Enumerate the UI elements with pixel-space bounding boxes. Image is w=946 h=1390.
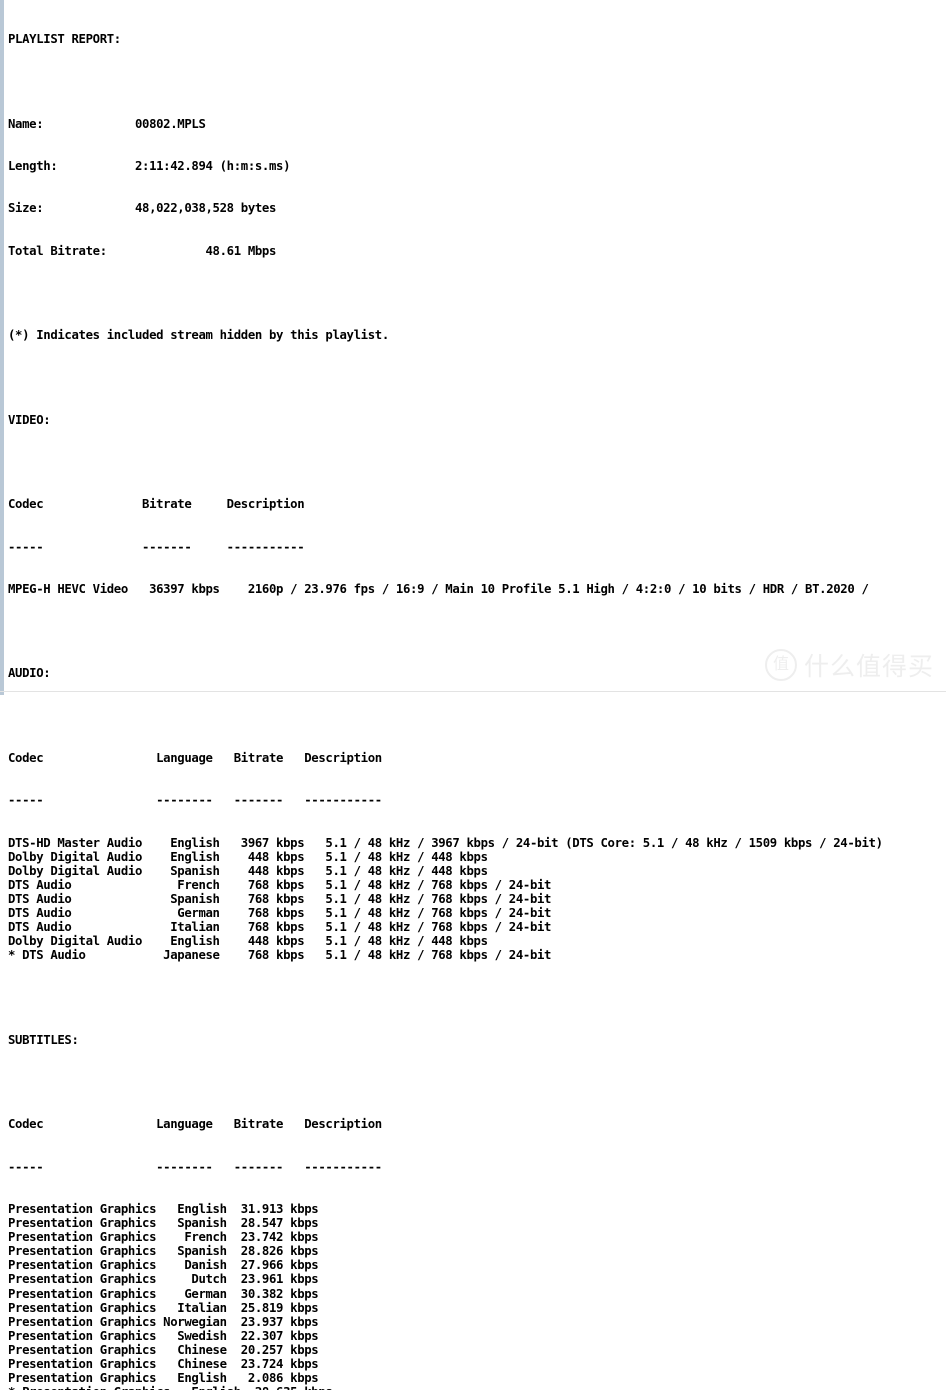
subtitles-section-heading: SUBTITLES: (8, 1032, 79, 1047)
subtitle-stream-row: Presentation Graphics German 30.382 kbps (8, 1286, 319, 1301)
subtitle-stream-row: * Presentation Graphics English 28.635 k… (8, 1385, 946, 1390)
audio-stream-row: * DTS Audio Japanese 768 kbps 5.1 / 48 k… (8, 948, 552, 963)
hidden-stream-note: (*) Indicates included stream hidden by … (8, 328, 389, 343)
subtitle-stream-row: Presentation Graphics Italian 25.819 kbp… (8, 1300, 319, 1315)
video-column-headers: Codec Bitrate Description (8, 497, 305, 512)
subtitle-stream-row: Presentation Graphics Chinese 20.257 kbp… (8, 1342, 319, 1357)
subtitle-row-list: Presentation Graphics English 31.913 kbp… (8, 1202, 946, 1390)
video-row: MPEG-H HEVC Video 36397 kbps 2160p / 23.… (8, 581, 869, 596)
summary-length-line: Length: 2:11:42.894 (h:m:s.ms) (8, 159, 291, 174)
subtitle-stream-row: Presentation Graphics Norwegian 23.937 k… (8, 1314, 319, 1329)
left-edge-rule (0, 0, 4, 695)
video-column-rules: ----- ------- ----------- (8, 539, 305, 554)
video-section-heading: VIDEO: (8, 412, 51, 427)
subtitle-stream-row: Presentation Graphics Swedish 22.307 kbp… (8, 1328, 319, 1343)
report-title: PLAYLIST REPORT: (8, 32, 121, 47)
subtitle-stream-row: Presentation Graphics English 2.086 kbps (8, 1371, 319, 1386)
subtitles-column-headers: Codec Language Bitrate Description (8, 1117, 382, 1132)
audio-stream-row: Dolby Digital Audio English 448 kbps 5.1… (8, 934, 488, 949)
summary-name-line: Name: 00802.MPLS (8, 116, 206, 131)
subtitle-stream-row: Presentation Graphics Dutch 23.961 kbps (8, 1272, 319, 1287)
audio-stream-row: DTS Audio Italian 768 kbps 5.1 / 48 kHz … (8, 920, 552, 935)
audio-column-rules: ----- -------- ------- ----------- (8, 793, 382, 808)
audio-stream-row: DTS-HD Master Audio English 3967 kbps 5.… (8, 835, 883, 850)
audio-section-heading: AUDIO: (8, 666, 51, 681)
audio-column-headers: Codec Language Bitrate Description (8, 750, 382, 765)
summary-size-line: Size: 48,022,038,528 bytes (8, 201, 277, 216)
subtitle-stream-row: Presentation Graphics Spanish 28.547 kbp… (8, 1216, 319, 1231)
subtitle-stream-row: Presentation Graphics English 31.913 kbp… (8, 1201, 319, 1216)
audio-stream-row: DTS Audio Spanish 768 kbps 5.1 / 48 kHz … (8, 891, 552, 906)
playlist-report-text: PLAYLIST REPORT: Name: 00802.MPLS Length… (8, 0, 946, 1390)
audio-stream-row: Dolby Digital Audio Spanish 448 kbps 5.1… (8, 863, 488, 878)
audio-stream-row: Dolby Digital Audio English 448 kbps 5.1… (8, 849, 488, 864)
audio-row-list: DTS-HD Master Audio English 3967 kbps 5.… (8, 836, 946, 963)
subtitle-stream-row: Presentation Graphics Chinese 23.724 kbp… (8, 1357, 319, 1371)
subtitle-stream-row: Presentation Graphics French 23.742 kbps (8, 1230, 319, 1245)
bottom-edge-rule (0, 691, 946, 692)
subtitle-stream-row: Presentation Graphics Danish 27.966 kbps (8, 1258, 319, 1273)
audio-stream-row: DTS Audio French 768 kbps 5.1 / 48 kHz /… (8, 877, 552, 892)
subtitles-column-rules: ----- -------- ------- ----------- (8, 1159, 382, 1174)
audio-stream-row: DTS Audio German 768 kbps 5.1 / 48 kHz /… (8, 906, 552, 920)
summary-bitrate-line: Total Bitrate: 48.61 Mbps (8, 243, 277, 258)
subtitle-stream-row: Presentation Graphics Spanish 28.826 kbp… (8, 1244, 319, 1259)
